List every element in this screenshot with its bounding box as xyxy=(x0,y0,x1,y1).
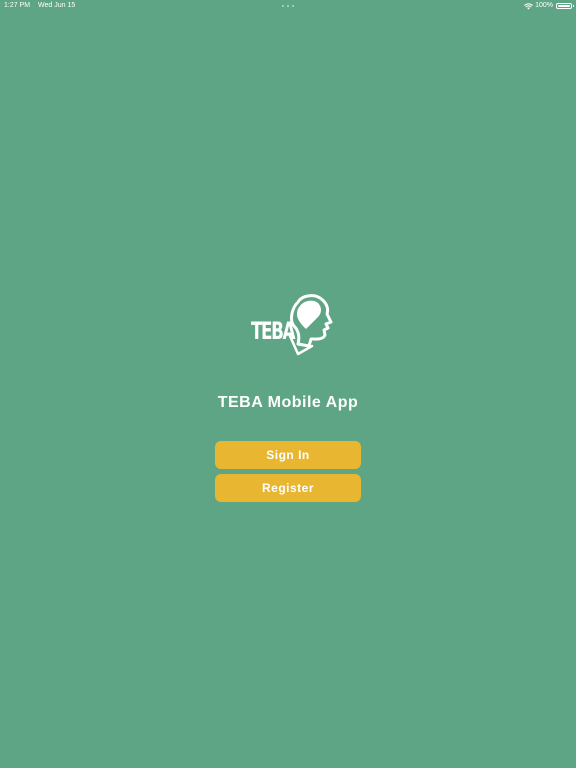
status-left: 1:27 PM Wed Jun 15 xyxy=(4,0,81,12)
status-time: 1:27 PM xyxy=(4,2,31,9)
multitasking-dots[interactable] xyxy=(282,5,294,7)
battery-percent: 100% xyxy=(535,2,553,9)
status-date: Wed Jun 15 xyxy=(38,2,76,9)
register-button[interactable]: Register xyxy=(215,474,361,502)
battery-icon xyxy=(556,3,574,9)
teba-logo: TEBA xyxy=(248,292,338,360)
status-right: 100% xyxy=(524,0,574,12)
app-title: TEBA Mobile App xyxy=(217,394,359,411)
sign-in-button[interactable]: Sign In xyxy=(215,441,361,469)
logo-text: TEBA xyxy=(251,317,296,345)
wifi-icon xyxy=(524,2,533,9)
status-bar: 1:27 PM Wed Jun 15 100% xyxy=(0,0,576,12)
